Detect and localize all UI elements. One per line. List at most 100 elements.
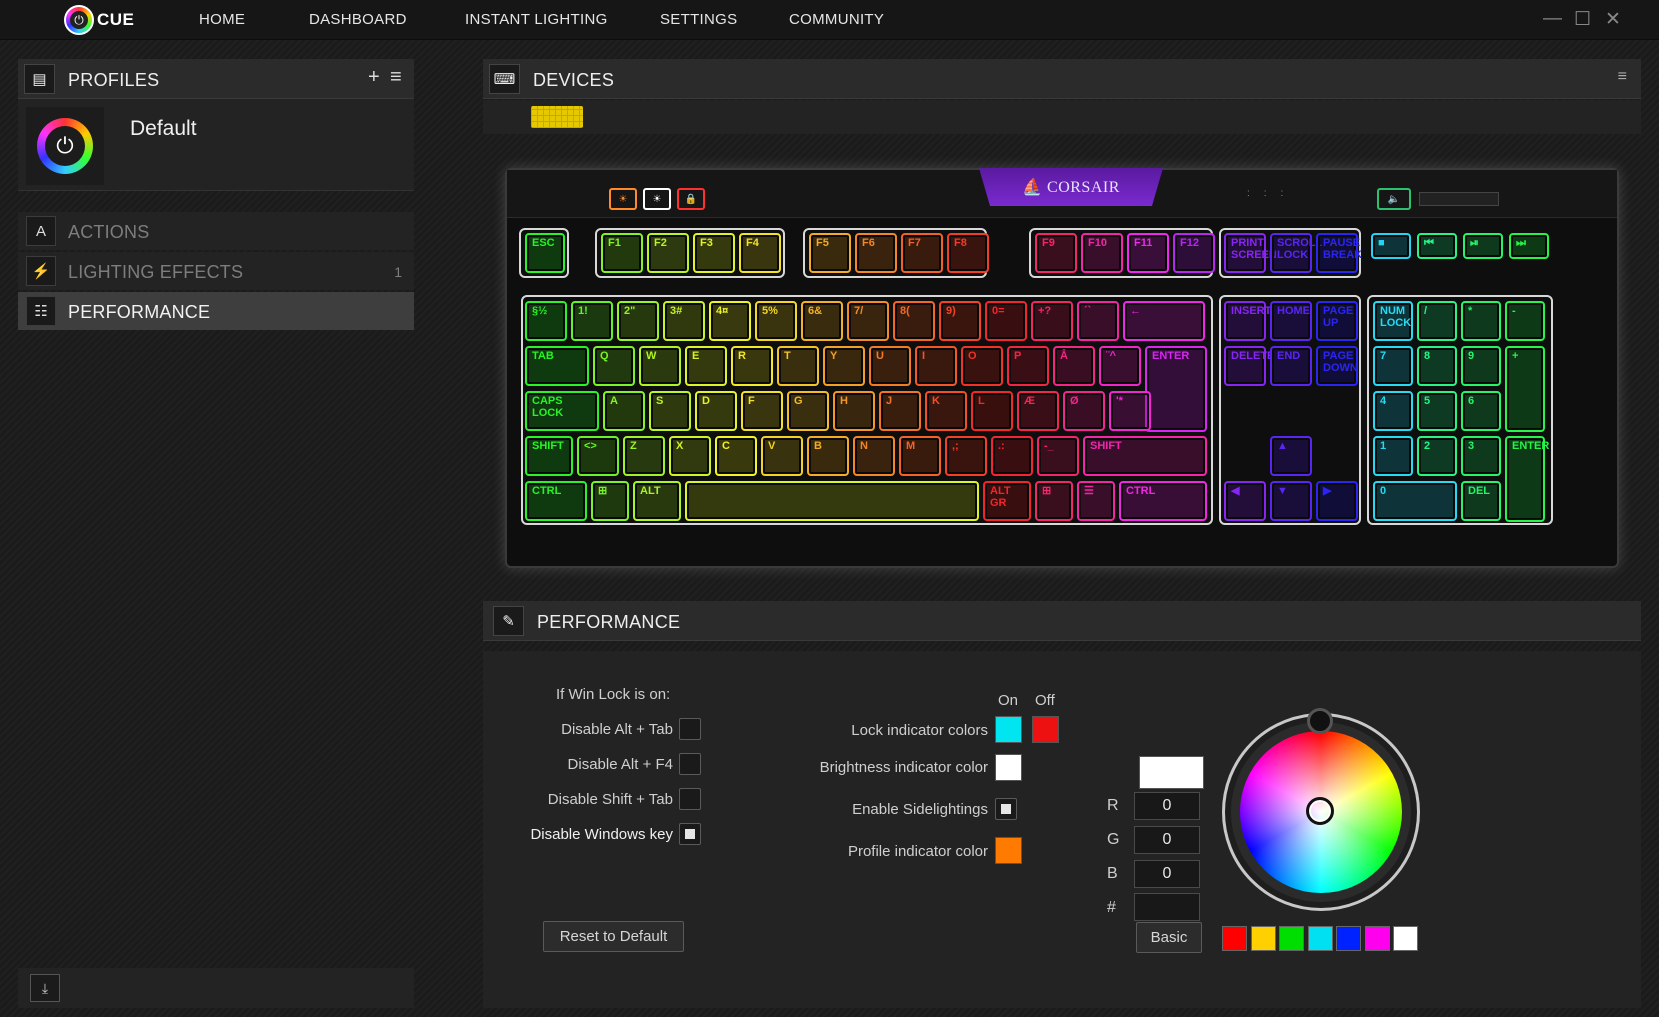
key-letter[interactable]: A — [603, 391, 645, 431]
hex-input[interactable] — [1134, 893, 1200, 921]
r-input[interactable]: 0 — [1134, 792, 1200, 820]
key-numpad-enter[interactable]: ENTER — [1505, 436, 1549, 522]
b-input[interactable]: 0 — [1134, 860, 1200, 888]
key-letter[interactable]: O — [961, 346, 1003, 386]
profile-menu-button[interactable]: ≡ — [390, 66, 402, 89]
key-f10[interactable]: F10 — [1081, 233, 1123, 273]
key-backspace[interactable]: ← — [1123, 301, 1205, 341]
key-number-row[interactable]: 7/ — [847, 301, 889, 341]
lock-off-color-swatch[interactable] — [1032, 716, 1059, 743]
preset-color-swatch[interactable] — [1222, 926, 1247, 951]
key-letter[interactable]: D — [695, 391, 737, 431]
key-number-row[interactable]: 2" — [617, 301, 659, 341]
menu-performance[interactable]: ☷ PERFORMANCE — [18, 292, 414, 330]
key-letter[interactable]: V — [761, 436, 803, 476]
key-media[interactable]: ■ — [1371, 233, 1411, 259]
preset-color-swatch[interactable] — [1250, 926, 1276, 951]
key-letter[interactable]: R — [731, 346, 773, 386]
key-letter[interactable]: I — [915, 346, 957, 386]
nav-community[interactable]: COMMUNITY — [789, 11, 884, 28]
key-right-ctrl[interactable]: CTRL — [1119, 481, 1207, 521]
key-f12[interactable]: F12 — [1173, 233, 1215, 273]
key-nav[interactable]: HOME — [1270, 301, 1312, 341]
key-media[interactable]: ⏯ — [1463, 233, 1503, 259]
menu-actions[interactable]: A ACTIONS — [18, 212, 414, 250]
key-numpad-0[interactable]: 0 — [1373, 481, 1457, 521]
preset-color-swatch[interactable] — [1307, 926, 1333, 951]
preset-color-swatch[interactable] — [1336, 926, 1361, 951]
key-numpad[interactable]: - — [1505, 301, 1545, 341]
disable-win-key-checkbox[interactable] — [679, 823, 701, 845]
key-letter[interactable]: N — [853, 436, 895, 476]
key-numpad[interactable]: 6 — [1461, 391, 1501, 431]
key-letter[interactable]: <> — [577, 436, 619, 476]
key-number-row[interactable]: 6& — [801, 301, 843, 341]
key-left-win[interactable]: ⊞ — [591, 481, 629, 521]
brightness-color-swatch[interactable] — [995, 754, 1022, 781]
key-numpad[interactable]: NUM LOCK — [1373, 301, 1413, 341]
profile-color-swatch[interactable] — [995, 837, 1022, 864]
add-profile-button[interactable]: + — [368, 66, 380, 89]
key-letter[interactable]: -_ — [1037, 436, 1079, 476]
key-numpad[interactable]: 9 — [1461, 346, 1501, 386]
key-nav[interactable]: PAGE UP — [1316, 301, 1358, 341]
maximize-button[interactable]: ☐ — [1574, 8, 1591, 31]
disable-alt-f4-checkbox[interactable] — [679, 753, 701, 775]
key-esc[interactable]: ESC — [525, 233, 565, 273]
color-wheel-cursor[interactable] — [1306, 797, 1334, 825]
key-f2[interactable]: F2 — [647, 233, 689, 273]
basic-button[interactable]: Basic — [1136, 922, 1202, 953]
key-f11[interactable]: F11 — [1127, 233, 1169, 273]
key-left-shift[interactable]: SHIFT — [525, 436, 573, 476]
reset-to-default-button[interactable]: Reset to Default — [543, 921, 684, 952]
key-letter[interactable]: P — [1007, 346, 1049, 386]
key-number-row[interactable]: 8( — [893, 301, 935, 341]
key-number-row[interactable]: +? — [1031, 301, 1073, 341]
key-number-row[interactable]: 5% — [755, 301, 797, 341]
key-left-alt[interactable]: ALT — [633, 481, 681, 521]
profile-default[interactable]: ⏻ Default — [18, 99, 414, 191]
key-numpad[interactable]: 3 — [1461, 436, 1501, 476]
key-numpad-del[interactable]: DEL — [1461, 481, 1501, 521]
key-letter[interactable]: ¨^ — [1099, 346, 1141, 386]
key-numpad[interactable]: 4 — [1373, 391, 1413, 431]
key-letter[interactable]: S — [649, 391, 691, 431]
key-letter[interactable]: T — [777, 346, 819, 386]
menu-lighting-effects[interactable]: ⚡ LIGHTING EFFECTS 1 — [18, 252, 414, 290]
key-letter[interactable]: X — [669, 436, 711, 476]
key-letter[interactable]: ,; — [945, 436, 987, 476]
brightness-level-button[interactable]: ☀ — [643, 188, 671, 210]
key-letter[interactable]: W — [639, 346, 681, 386]
cue-logo[interactable]: ⏻ CUE — [64, 3, 136, 37]
key-number-row[interactable]: §½ — [525, 301, 567, 341]
minimize-button[interactable]: — — [1543, 8, 1562, 30]
key-right-shift[interactable]: SHIFT — [1083, 436, 1207, 476]
mute-button[interactable]: 🔈 — [1377, 188, 1411, 210]
key-space[interactable] — [685, 481, 979, 521]
sidelights-checkbox[interactable] — [995, 798, 1017, 820]
nav-home[interactable]: HOME — [199, 11, 245, 28]
key-nav[interactable]: PAGE DOWN — [1316, 346, 1358, 386]
key-letter[interactable]: K — [925, 391, 967, 431]
key-number-row[interactable]: 3# — [663, 301, 705, 341]
disable-shift-tab-checkbox[interactable] — [679, 788, 701, 810]
key-letter[interactable]: L — [971, 391, 1013, 431]
key-enter[interactable]: ENTER — [1145, 346, 1207, 432]
key-numpad[interactable]: 8 — [1417, 346, 1457, 386]
key-number-row[interactable]: 0= — [985, 301, 1027, 341]
key-letter[interactable]: G — [787, 391, 829, 431]
key-letter[interactable]: H — [833, 391, 875, 431]
key-left-ctrl[interactable]: CTRL — [525, 481, 587, 521]
nav-dashboard[interactable]: DASHBOARD — [309, 11, 407, 28]
key-nav-top[interactable]: PRINT SCREEN — [1224, 233, 1277, 273]
key-number-row[interactable]: ´` — [1077, 301, 1119, 341]
key-numpad[interactable]: 2 — [1417, 436, 1457, 476]
key-nav[interactable]: DELETE — [1224, 346, 1274, 386]
key-letter[interactable]: E — [685, 346, 727, 386]
key-letter[interactable]: Y — [823, 346, 865, 386]
color-wheel-knob[interactable] — [1307, 708, 1333, 734]
lock-on-color-swatch[interactable] — [995, 716, 1022, 743]
key-f6[interactable]: F6 — [855, 233, 897, 273]
key-letter[interactable]: '* — [1109, 391, 1151, 431]
device-keyboard-thumb[interactable] — [531, 106, 583, 128]
